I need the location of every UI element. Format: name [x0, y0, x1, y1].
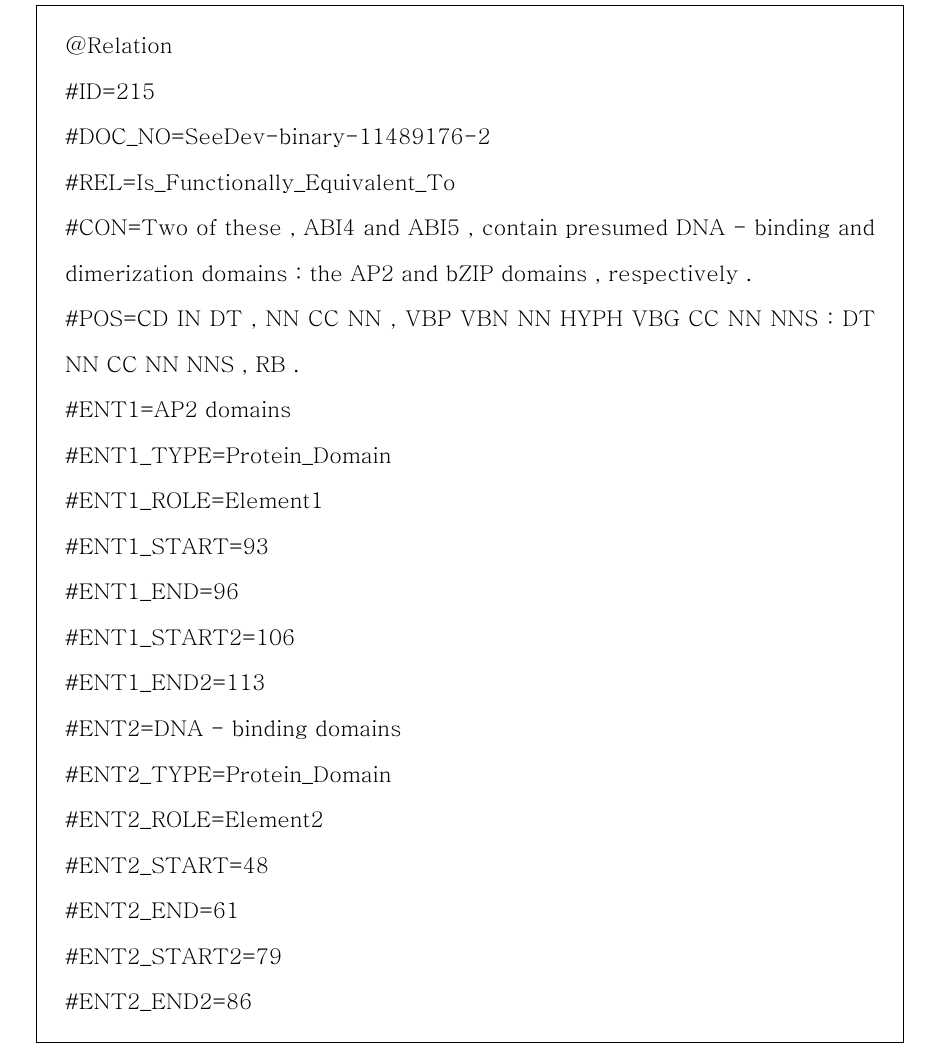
ent1-end2-field: #ENT1_END2=113 — [65, 659, 875, 705]
ent1-field: #ENT1=AP2 domains — [65, 386, 875, 432]
ent1-role-field: #ENT1_ROLE=Element1 — [65, 477, 875, 523]
doc-no-field: #DOC_NO=SeeDev-binary-11489176-2 — [65, 113, 875, 159]
ent2-type-field: #ENT2_TYPE=Protein_Domain — [65, 751, 875, 797]
ent2-start-field: #ENT2_START=48 — [65, 842, 875, 888]
document-box: @Relation #ID=215 #DOC_NO=SeeDev-binary-… — [36, 5, 904, 1043]
con-field: #CON=Two of these , ABI4 and ABI5 , cont… — [65, 204, 875, 295]
ent1-start-field: #ENT1_START=93 — [65, 523, 875, 569]
rel-field: #REL=Is_Functionally_Equivalent_To — [65, 159, 875, 205]
ent1-end-field: #ENT1_END=96 — [65, 568, 875, 614]
ent1-type-field: #ENT1_TYPE=Protein_Domain — [65, 432, 875, 478]
ent2-field: #ENT2=DNA - binding domains — [65, 705, 875, 751]
pos-field: #POS=CD IN DT , NN CC NN , VBP VBN NN HY… — [65, 295, 875, 386]
ent2-role-field: #ENT2_ROLE=Element2 — [65, 796, 875, 842]
id-field: #ID=215 — [65, 68, 875, 114]
ent1-start2-field: #ENT1_START2=106 — [65, 614, 875, 660]
ent2-end-field: #ENT2_END=61 — [65, 887, 875, 933]
ent2-start2-field: #ENT2_START2=79 — [65, 933, 875, 979]
relation-header: @Relation — [65, 22, 875, 68]
